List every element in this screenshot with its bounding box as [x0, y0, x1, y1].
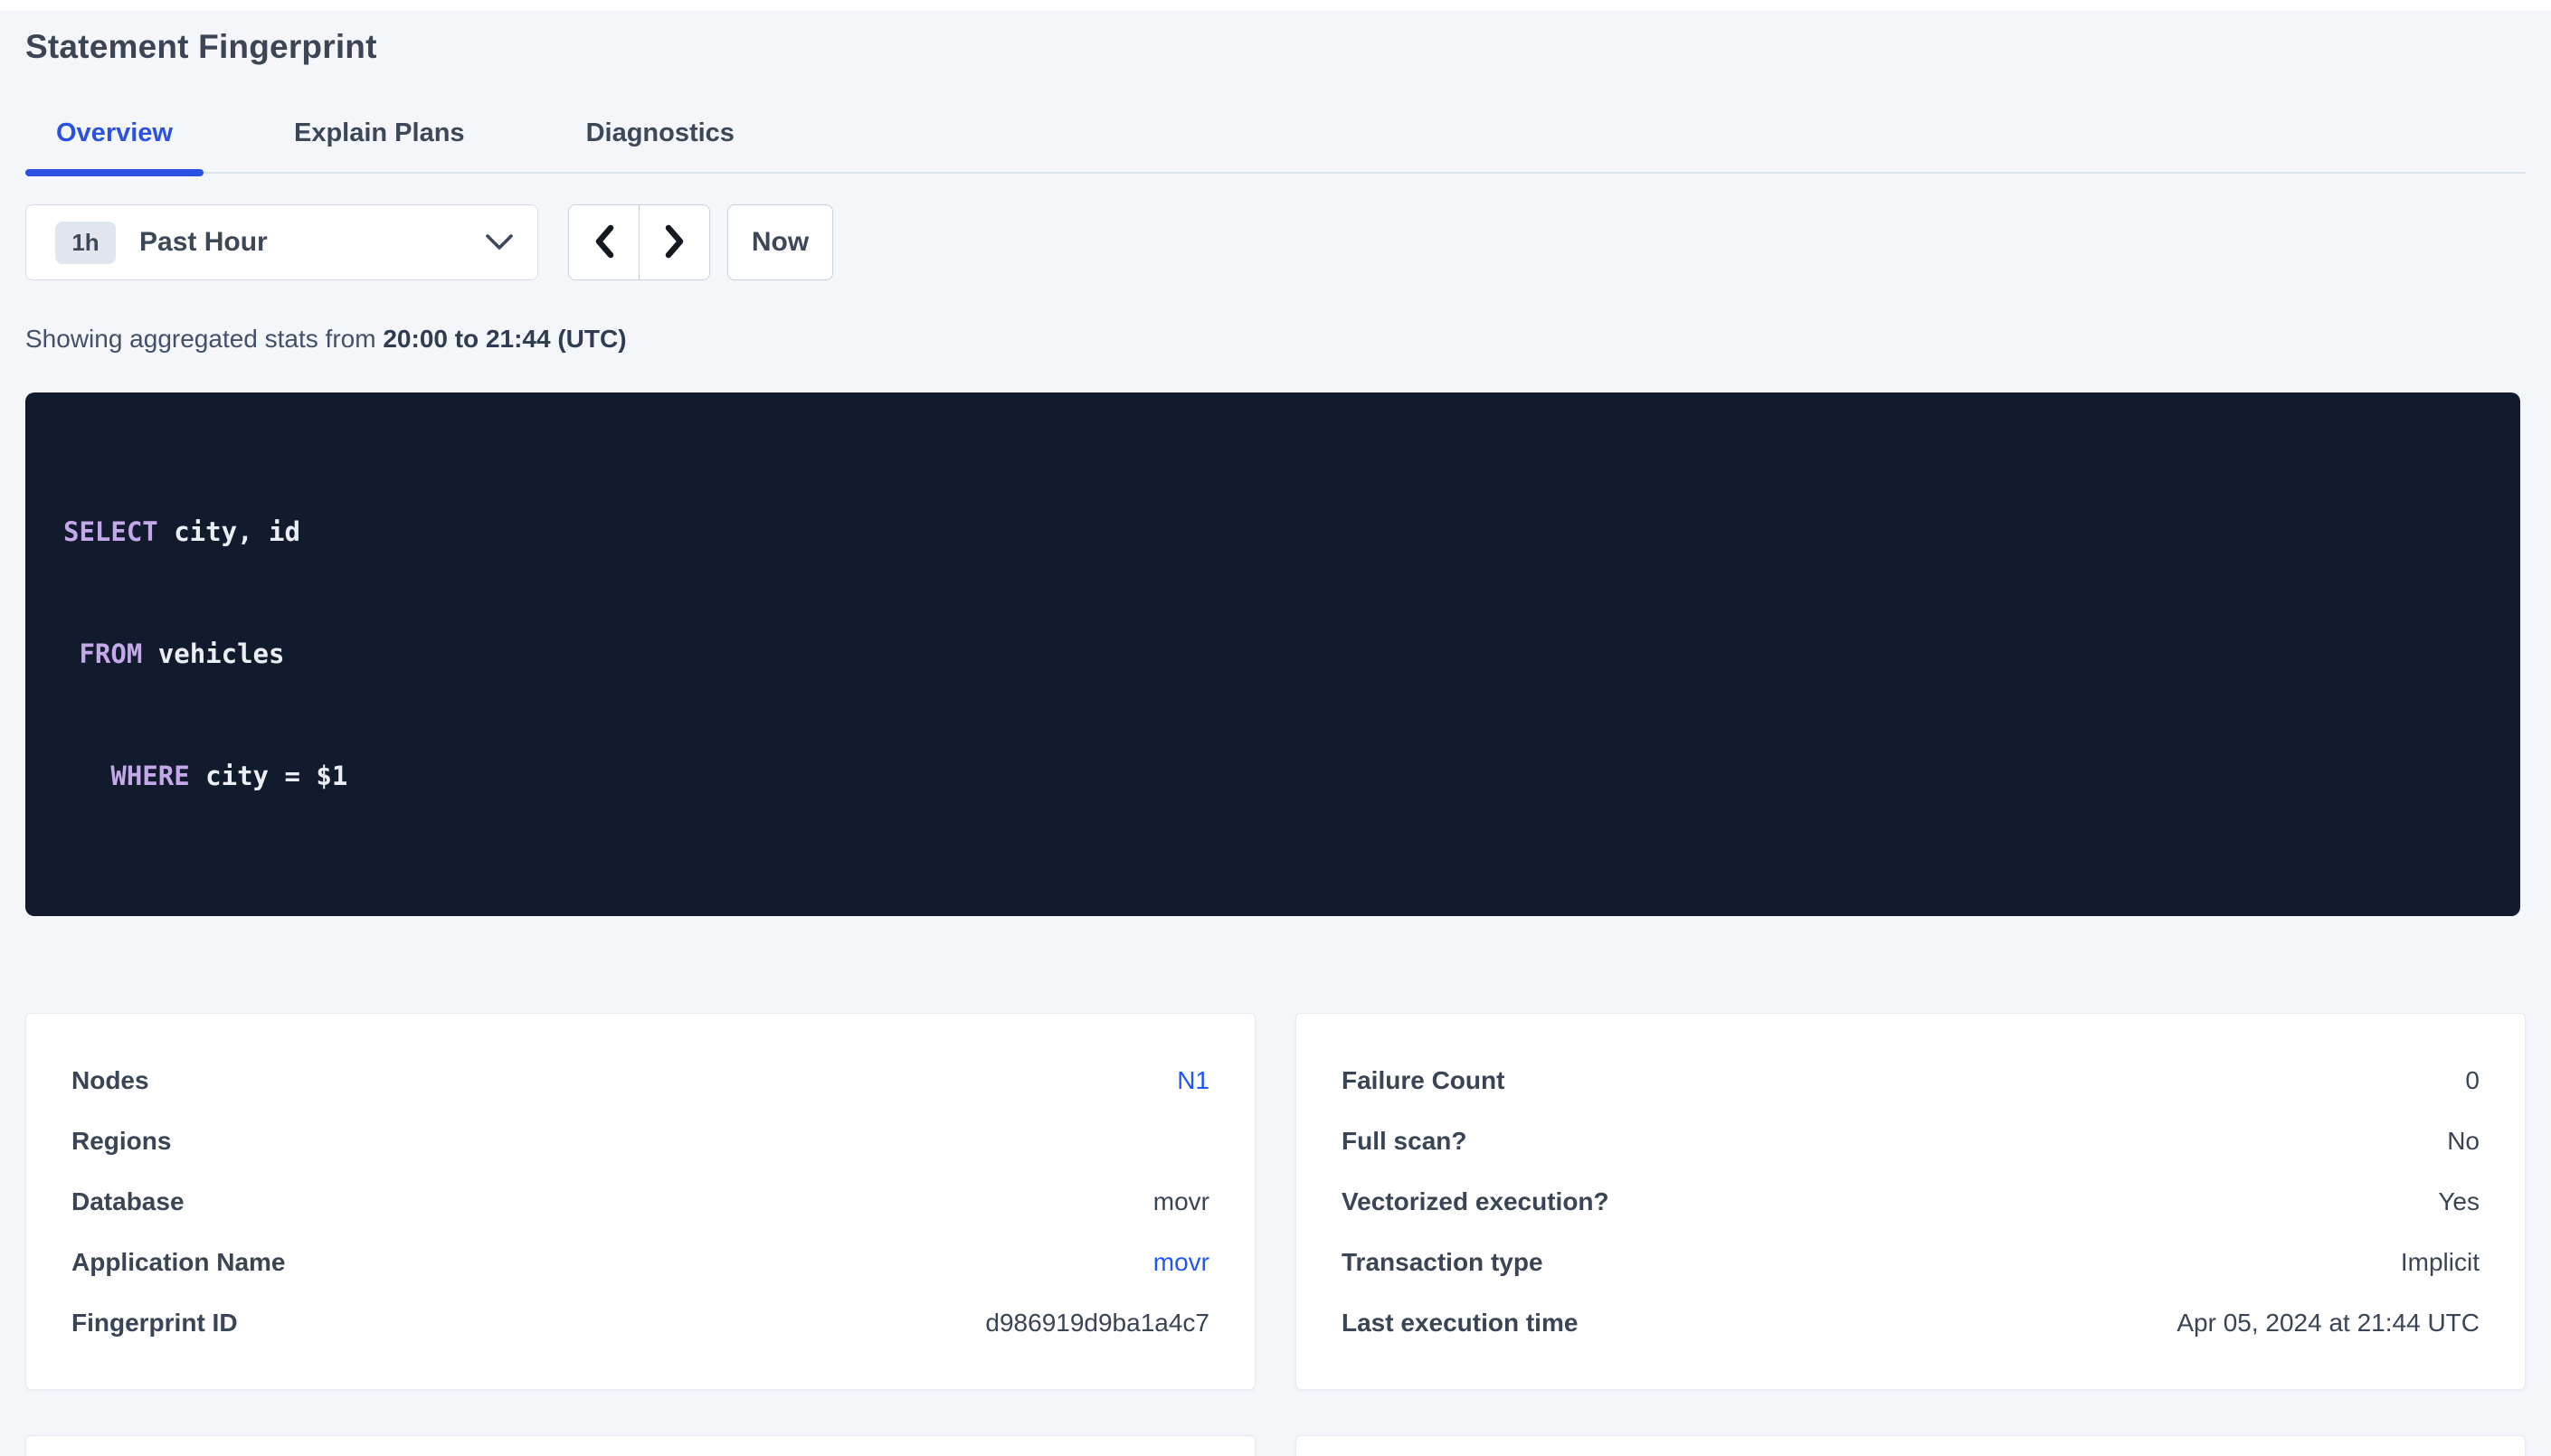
- interval-step-buttons: [568, 204, 710, 280]
- sql-keyword: WHERE: [110, 761, 189, 791]
- summary-row-vectorized-execution: Vectorized execution? Yes: [1342, 1171, 2480, 1232]
- nodes-link[interactable]: N1: [1177, 1066, 1209, 1095]
- sql-line: SELECT city, id: [63, 512, 2482, 553]
- page-title: Statement Fingerprint: [25, 29, 2526, 65]
- tab-explain-plans[interactable]: Explain Plans: [263, 118, 496, 172]
- summary-row-database: Database movr: [71, 1171, 1209, 1232]
- tab-overview-label: Overview: [56, 118, 173, 147]
- row-value: movr: [1153, 1187, 1209, 1216]
- row-label: Database: [71, 1187, 185, 1216]
- time-interval-badge: 1h: [55, 222, 116, 264]
- summary-row-failure-count: Failure Count 0: [1342, 1050, 2480, 1111]
- card-execution-attributes: Failure Count 0 Full scan? No Vectorized…: [1295, 1013, 2526, 1390]
- summary-cards-grid: Nodes N1 Regions Database movr Applicati…: [25, 1013, 2526, 1456]
- card-statement-times: Statement Time 454.1 µs Execution: 373.4…: [25, 1435, 1256, 1456]
- tab-explain-plans-label: Explain Plans: [294, 118, 465, 147]
- application-name-link[interactable]: movr: [1153, 1248, 1209, 1277]
- time-picker-controls: 1h Past Hour: [25, 204, 2526, 280]
- now-button[interactable]: Now: [727, 204, 833, 280]
- sql-statement-box: SELECT city, id FROM vehicles WHERE city…: [25, 392, 2520, 916]
- next-interval-button[interactable]: [640, 205, 709, 279]
- top-strip: [0, 0, 2551, 11]
- chevron-down-icon: [485, 233, 514, 251]
- statement-fingerprint-page: Statement Fingerprint Overview Explain P…: [0, 29, 2551, 1456]
- row-value: 0: [2465, 1066, 2480, 1095]
- sql-line: FROM vehicles: [63, 634, 2482, 675]
- active-tab-indicator: [25, 169, 204, 176]
- summary-row-last-execution-time: Last execution time Apr 05, 2024 at 21:4…: [1342, 1292, 2480, 1353]
- row-label: Nodes: [71, 1066, 149, 1095]
- tab-diagnostics-label: Diagnostics: [586, 118, 735, 147]
- chevron-left-icon: [593, 224, 616, 261]
- time-interval-value: Past Hour: [139, 227, 268, 258]
- row-label: Fingerprint ID: [71, 1309, 238, 1338]
- row-value: d986919d9ba1a4c7: [985, 1309, 1209, 1338]
- row-label: Transaction type: [1342, 1248, 1543, 1277]
- summary-row-transaction-type: Transaction type Implicit: [1342, 1232, 2480, 1292]
- row-label: Full scan?: [1342, 1127, 1466, 1156]
- row-label: Regions: [71, 1127, 171, 1156]
- summary-row-fingerprint-id: Fingerprint ID d986919d9ba1a4c7: [71, 1292, 1209, 1353]
- time-interval-select[interactable]: 1h Past Hour: [25, 204, 538, 280]
- sql-keyword: FROM: [79, 638, 142, 669]
- tab-diagnostics[interactable]: Diagnostics: [555, 118, 765, 172]
- summary-row-full-scan: Full scan? No: [1342, 1111, 2480, 1171]
- tab-bar: Overview Explain Plans Diagnostics: [25, 118, 2526, 174]
- tab-overview[interactable]: Overview: [25, 118, 204, 172]
- summary-row-nodes: Nodes N1: [71, 1050, 1209, 1111]
- row-value: No: [2447, 1127, 2480, 1156]
- sql-line: WHERE city = $1: [63, 756, 2482, 797]
- aggregation-range: 20:00 to 21:44 (UTC): [383, 325, 626, 353]
- row-label: Last execution time: [1342, 1309, 1578, 1338]
- summary-row-application-name: Application Name movr: [71, 1232, 1209, 1292]
- card-statement-properties: Nodes N1 Regions Database movr Applicati…: [25, 1013, 1256, 1390]
- chevron-right-icon: [663, 224, 687, 261]
- row-label: Vectorized execution?: [1342, 1187, 1609, 1216]
- sql-keyword: SELECT: [63, 516, 158, 547]
- card-wait-times: Contention Time 24.7 µs SQL CPU Time 16.…: [1295, 1435, 2526, 1456]
- aggregation-note-prefix: Showing aggregated stats from: [25, 325, 383, 353]
- row-label: Failure Count: [1342, 1066, 1504, 1095]
- row-value: Apr 05, 2024 at 21:44 UTC: [2176, 1309, 2480, 1338]
- row-label: Application Name: [71, 1248, 285, 1277]
- aggregation-note: Showing aggregated stats from 20:00 to 2…: [25, 324, 2526, 355]
- row-value: Yes: [2438, 1187, 2480, 1216]
- previous-interval-button[interactable]: [569, 205, 640, 279]
- row-value: Implicit: [2401, 1248, 2480, 1277]
- summary-row-regions: Regions: [71, 1111, 1209, 1171]
